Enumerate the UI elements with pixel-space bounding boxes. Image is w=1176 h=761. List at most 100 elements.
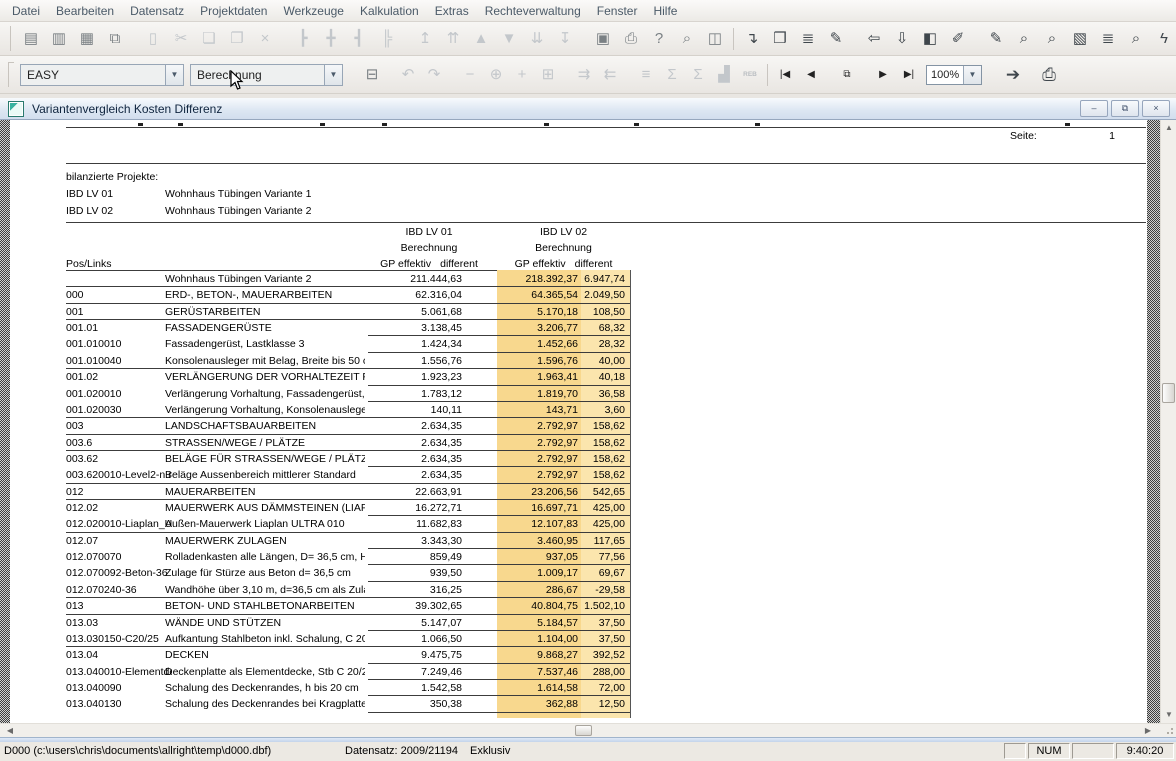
page-preview-icon[interactable]: ▣ [589,25,617,53]
menu-item[interactable]: Bearbeiten [48,1,122,21]
document-calc-icon[interactable]: ≣ [1094,25,1122,53]
insert-above-icon[interactable]: ⊕ [483,61,509,89]
close-button[interactable]: × [1142,100,1170,117]
chart-icon[interactable]: ▟ [711,61,737,89]
table-row[interactable]: 001.01 FASSADENGERÜSTE 3.138,45 3.206,77… [66,320,630,336]
scroll-up-icon[interactable]: ▲ [1161,120,1176,136]
previous-page-icon[interactable]: ◀ [798,61,824,89]
undo-icon[interactable]: ↶ [395,61,421,89]
document-transfer-icon[interactable]: ▧ [1066,25,1094,53]
last-page-icon[interactable]: ▶| [896,61,922,89]
search-all-icon[interactable]: ⌕ [1122,25,1150,53]
horizontal-scrollbar[interactable]: ◀ ▶ [0,723,1176,737]
move-up-icon[interactable]: ▲ [467,25,495,53]
next-page-icon[interactable]: ▶ [870,61,896,89]
view-combobox[interactable]: Berechnung ▼ [190,64,343,86]
quick-document-icon[interactable]: ϟ [1150,25,1176,53]
first-page-icon[interactable]: |◀ [772,61,798,89]
table-row[interactable]: 001.010010 Fassadengerüst, Lastklasse 3 … [66,336,630,352]
restore-button[interactable]: ⧉ [1111,100,1139,117]
archive-icon[interactable]: ❒ [766,25,794,53]
menu-item[interactable]: Kalkulation [352,1,427,21]
horizontal-scroll-thumb[interactable] [575,725,592,736]
move-bottom-icon[interactable]: ↧ [551,25,579,53]
tree-add-branch-icon[interactable]: ╋ [317,25,345,53]
remove-position-icon[interactable]: − [457,61,483,89]
sum-positions-icon[interactable]: Σ [659,61,685,89]
edit-record-icon[interactable]: ✎ [982,25,1010,53]
table-row[interactable]: 003 LANDSCHAFTSBAUARBEITEN 2.634,35 2.79… [66,418,630,434]
table-row[interactable]: 003.6 STRASSEN/WEGE / PLÄTZE 2.634,35 2.… [66,435,630,451]
help-icon[interactable]: ? [645,25,673,53]
table-row[interactable]: 013.03 WÄNDE UND STÜTZEN 5.147,07 5.184,… [66,615,630,631]
menu-item[interactable]: Hilfe [645,1,685,21]
resize-grip[interactable] [1160,724,1176,737]
sum-icon[interactable]: Σ [685,61,711,89]
paste-icon[interactable]: ❐ [223,25,251,53]
copy-icon[interactable]: ❏ [195,25,223,53]
toolbar-gripper-2[interactable] [8,62,14,87]
table-row[interactable]: 012.070070 Rolladenkasten alle Längen, D… [66,549,630,565]
table-row[interactable]: 000 ERD-, BETON-, MAUERARBEITEN 62.316,0… [66,287,630,303]
table-row[interactable]: 013.030150-C20/25 Aufkantung Stahlbeton … [66,631,630,647]
shift-right-icon[interactable]: ⇉ [571,61,597,89]
delete-icon[interactable]: × [251,25,279,53]
profile-combobox[interactable]: EASY ▼ [20,64,184,86]
open-icon[interactable]: ⊟ [359,61,385,89]
tree-structure-icon[interactable]: ╠ [373,25,401,53]
move-top-icon[interactable]: ↥ [411,25,439,53]
move-down-fast-icon[interactable]: ⇊ [523,25,551,53]
image-icon[interactable]: ▦ [73,25,101,53]
document-insert-icon[interactable]: ≣ [794,25,822,53]
menu-item[interactable]: Projektdaten [192,1,275,21]
reb-icon[interactable]: REB [737,61,763,89]
print-icon[interactable]: ⎙ [617,25,645,53]
table-row[interactable]: 003.62 BELÄGE FÜR STRASSEN/WEGE / PLÄTZE… [66,451,630,467]
copy-pages-icon[interactable]: ⧉ [834,61,860,89]
menu-item[interactable]: Werkzeuge [275,1,351,21]
toolbar-gripper[interactable] [10,26,11,51]
cut-icon[interactable]: ✂ [167,25,195,53]
scroll-left-icon[interactable]: ◀ [2,724,18,737]
report-preview-icon[interactable]: ▤ [17,25,45,53]
table-row[interactable]: 013.040010-Elementdeck Deckenplatte als … [66,664,630,680]
exit-icon[interactable]: ➔ [1000,61,1026,89]
table-row[interactable]: 012.02 MAUERWERK AUS DÄMMSTEINEN (LIAPOR… [66,500,630,516]
move-down-icon[interactable]: ▼ [495,25,523,53]
branch-left-icon[interactable]: ⇦ [860,25,888,53]
search-icon[interactable]: ⌕ [673,25,701,53]
menu-item[interactable]: Fenster [589,1,646,21]
minimize-button[interactable]: – [1080,100,1108,117]
table-row[interactable]: 001 GERÜSTARBEITEN 5.061,68 5.170,18 108… [66,304,630,320]
table-row[interactable]: 012.070240-36 Wandhöhe über 3,10 m, d=36… [66,582,630,598]
menu-item[interactable]: Datei [4,1,48,21]
chevron-down-icon[interactable]: ▼ [165,65,183,85]
tree-insert-icon[interactable]: ┣ [289,25,317,53]
table-row[interactable]: 001.02 VERLÄNGERUNG DER VORHALTEZEIT FÜR… [66,369,630,385]
table-row[interactable]: 012.070092-Beton-36 Zulage für Stürze au… [66,565,630,581]
window-tiles-icon[interactable]: ◧ [916,25,944,53]
search-record-icon[interactable]: ⌕ [1010,25,1038,53]
new-document-icon[interactable]: ▯ [139,25,167,53]
menu-item[interactable]: Datensatz [122,1,192,21]
move-up-fast-icon[interactable]: ⇈ [439,25,467,53]
table-row[interactable]: 001.020030 Verlängerung Vorhaltung, Kons… [66,402,630,418]
search-project-icon[interactable]: ⌕ [1038,25,1066,53]
vertical-scroll-thumb[interactable] [1162,383,1175,403]
table-row[interactable]: 003.620010-Level2-n.n. Beläge Aussenbere… [66,467,630,483]
table-row[interactable]: Wohnhaus Tübingen Variante 2 211.444,63 … [66,271,630,287]
chevron-down-icon[interactable]: ▼ [324,65,342,85]
table-row[interactable]: 013.040090 Schalung des Deckenrandes, h … [66,680,630,696]
zoom-combobox[interactable]: 100% ▼ [926,65,982,85]
layout-columns-icon[interactable]: ◫ [701,25,729,53]
shift-left-icon[interactable]: ⇇ [597,61,623,89]
insert-drag-icon[interactable]: ⊞ [535,61,561,89]
table-row[interactable]: 001.010040 Konsolenausleger mit Belag, B… [66,353,630,369]
table-row[interactable]: 012.07 MAUERWERK ZULAGEN 3.343,30 3.460,… [66,533,630,549]
table-row[interactable]: 013 BETON- UND STAHLBETONARBEITEN 39.302… [66,598,630,614]
menu-item[interactable]: Rechteverwaltung [477,1,589,21]
menu-item[interactable]: Extras [427,1,477,21]
table-row[interactable]: 013.04 DECKEN 9.475,75 9.868,27 392,52 [66,647,630,663]
copy-stack-icon[interactable]: ⧉ [101,25,129,53]
table-row[interactable]: 012.020010-Liaplan_Ultra Außen-Mauerwerk… [66,516,630,532]
